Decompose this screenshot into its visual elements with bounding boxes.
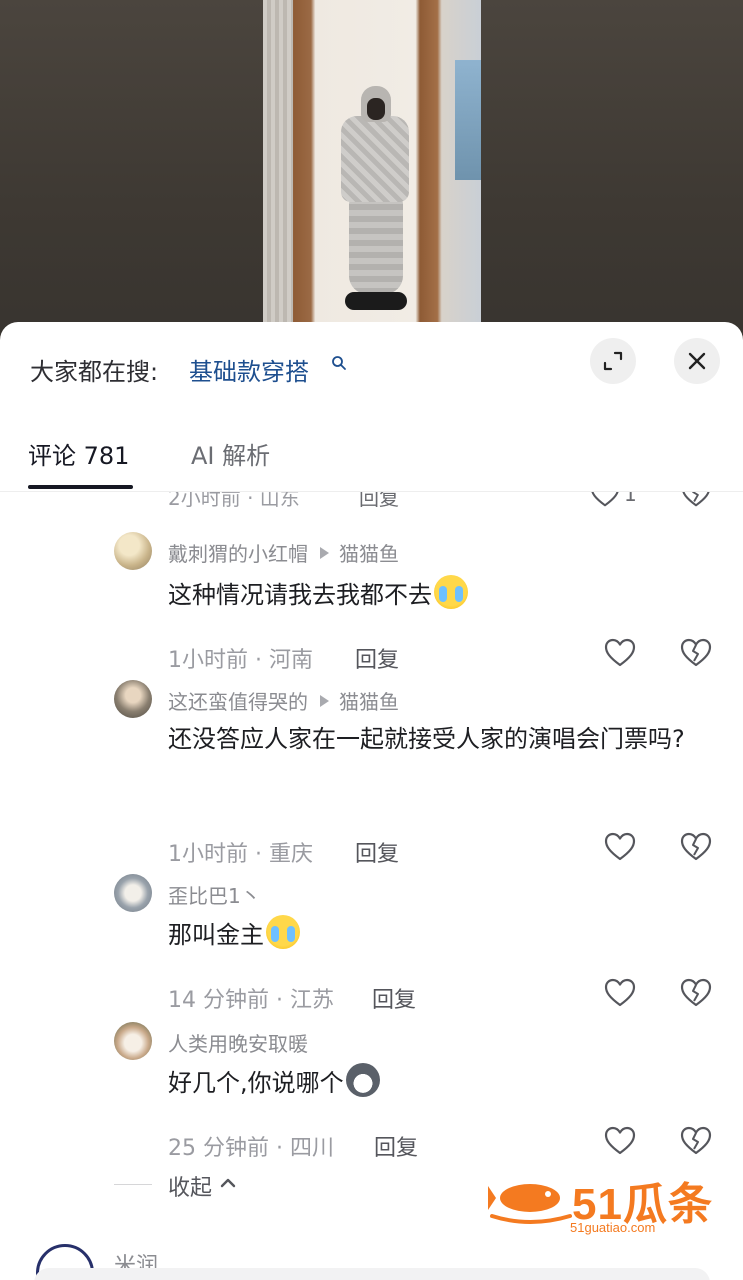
avatar[interactable] xyxy=(114,1022,152,1060)
reply-button[interactable]: 回复 xyxy=(359,492,399,511)
comment-text: 好几个,你说哪个 xyxy=(168,1060,716,1107)
crying-laughing-emoji xyxy=(266,915,300,949)
avatar[interactable] xyxy=(114,874,152,912)
author-line: 戴刺猬的小红帽 猫猫鱼 xyxy=(168,538,399,567)
heart-icon[interactable] xyxy=(603,976,637,1010)
watermark-logo: 51瓜条 51guatiao.com xyxy=(488,1168,718,1238)
window xyxy=(455,60,481,180)
watermark-url: 51guatiao.com xyxy=(570,1220,656,1235)
husky-emoji xyxy=(345,1063,380,1097)
comment-text: 这种情况请我去我都不去 xyxy=(168,572,716,619)
reply-item: 这还蛮值得哭的 猫猫鱼 还没答应人家在一起就接受人家的演唱会门票吗? 1小时前 ·… xyxy=(0,680,743,867)
time-location: 1小时前 · 河南 xyxy=(168,648,313,673)
author-line: 人类用晚安取暖 xyxy=(168,1028,308,1057)
search-icon[interactable] xyxy=(331,355,347,371)
author-name[interactable]: 人类用晚安取暖 xyxy=(168,1032,308,1056)
reply-item: 戴刺猬的小红帽 猫猫鱼 这种情况请我去我都不去 1小时前 · 河南 回复 xyxy=(0,532,743,674)
heart-icon[interactable] xyxy=(603,1124,637,1158)
expand-icon xyxy=(603,351,623,371)
like-count: 1 xyxy=(624,492,637,506)
time-location: 14 分钟前 · 江苏 xyxy=(168,988,334,1013)
video-background[interactable] xyxy=(0,0,743,340)
time-location: 2小时前 · 山东 xyxy=(168,492,300,510)
close-button[interactable] xyxy=(674,338,720,384)
curtain xyxy=(263,0,293,330)
heart-icon[interactable] xyxy=(589,492,621,510)
close-icon xyxy=(688,352,706,370)
collapse-label: 收起 xyxy=(168,1176,213,1201)
search-prefix: 大家都在搜: xyxy=(30,358,159,386)
tab-bar: 评论 781 AI 解析 xyxy=(0,426,743,492)
broken-heart-icon[interactable] xyxy=(679,830,713,864)
reply-button[interactable]: 回复 xyxy=(374,1130,418,1162)
crying-laughing-emoji xyxy=(434,575,468,609)
comment-text: 那叫金主 xyxy=(168,912,716,959)
avatar[interactable] xyxy=(114,680,152,718)
reply-item: 歪比巴1丶 那叫金主 14 分钟前 · 江苏 回复 xyxy=(0,874,743,1014)
reply-button[interactable]: 回复 xyxy=(355,836,399,868)
author-line: 这还蛮值得哭的 猫猫鱼 xyxy=(168,686,399,715)
active-tab-indicator xyxy=(28,485,133,489)
comment-text: 还没答应人家在一起就接受人家的演唱会门票吗? xyxy=(168,725,685,753)
reply-button[interactable]: 回复 xyxy=(355,642,399,674)
reply-to-name[interactable]: 猫猫鱼 xyxy=(339,690,399,714)
time-location: 25 分钟前 · 四川 xyxy=(168,1136,334,1161)
reply-item: 人类用晚安取暖 好几个,你说哪个 25 分钟前 · 四川 回复 xyxy=(0,1022,743,1162)
person-figure xyxy=(333,86,413,322)
tab-ai-analysis[interactable]: AI 解析 xyxy=(191,436,270,488)
search-term-link[interactable]: 基础款穿搭 xyxy=(189,352,309,387)
author-name[interactable]: 戴刺猬的小红帽 xyxy=(168,542,308,566)
heart-icon[interactable] xyxy=(603,636,637,670)
reply-button[interactable]: 回复 xyxy=(372,982,416,1014)
chevron-up-icon xyxy=(220,1178,236,1188)
tab-comments[interactable]: 评论 781 xyxy=(28,436,129,488)
heart-icon[interactable] xyxy=(603,830,637,864)
author-name[interactable]: 歪比巴1丶 xyxy=(168,884,261,908)
reply-arrow-icon xyxy=(320,695,329,707)
divider xyxy=(114,1184,152,1185)
author-line: 歪比巴1丶 xyxy=(168,880,261,909)
search-suggestion-row: 大家都在搜: 基础款穿搭 xyxy=(0,322,743,412)
author-name[interactable]: 这还蛮值得哭的 xyxy=(168,690,308,714)
reply-to-name[interactable]: 猫猫鱼 xyxy=(339,542,399,566)
reply-arrow-icon xyxy=(320,547,329,559)
broken-heart-icon[interactable] xyxy=(679,1124,713,1158)
broken-heart-icon[interactable] xyxy=(679,636,713,670)
comment-input-bar[interactable] xyxy=(34,1268,710,1280)
broken-heart-icon[interactable] xyxy=(680,492,712,510)
broken-heart-icon[interactable] xyxy=(679,976,713,1010)
video-frame xyxy=(263,0,481,330)
fish-logo-icon xyxy=(488,1184,572,1224)
avatar[interactable] xyxy=(114,532,152,570)
expand-button[interactable] xyxy=(590,338,636,384)
comment-list[interactable]: 2小时前 · 山东 回复 1 戴刺猬的小红帽 猫猫鱼 这种情况请我去我都不去 1小… xyxy=(0,492,743,1280)
comment-sheet: 大家都在搜: 基础款穿搭 评论 781 AI 解析 2小时前 · 山东 回复 1… xyxy=(0,322,743,1280)
time-location: 1小时前 · 重庆 xyxy=(168,842,313,867)
